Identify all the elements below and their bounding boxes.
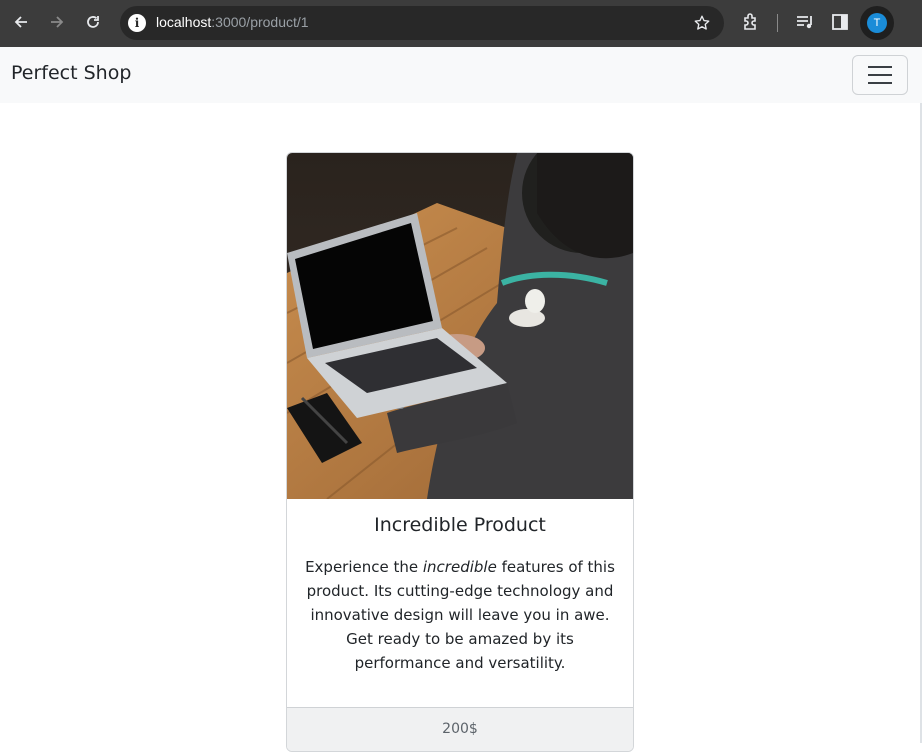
navbar-toggler-button[interactable] bbox=[852, 55, 908, 95]
hamburger-menu-icon bbox=[868, 66, 892, 84]
browser-toolbar: i localhost:3000/product/1 T bbox=[0, 0, 922, 47]
product-price: 200$ bbox=[442, 721, 478, 737]
reload-icon[interactable] bbox=[80, 9, 106, 35]
extensions-icon[interactable] bbox=[738, 9, 764, 35]
navbar: Perfect Shop bbox=[0, 47, 922, 103]
back-arrow-icon[interactable] bbox=[8, 9, 34, 35]
profile-button[interactable]: T bbox=[860, 6, 894, 40]
description-emphasis: incredible bbox=[422, 558, 497, 576]
card-footer: 200$ bbox=[287, 707, 633, 751]
forward-arrow-icon[interactable] bbox=[44, 9, 70, 35]
url-path: :3000/product/1 bbox=[211, 14, 309, 30]
product-title: Incredible Product bbox=[374, 514, 546, 536]
bookmark-star-icon[interactable] bbox=[692, 13, 712, 33]
product-card: Incredible Product Experience the incred… bbox=[286, 152, 634, 752]
side-panel-icon[interactable] bbox=[827, 9, 853, 35]
site-info-icon[interactable]: i bbox=[128, 14, 146, 32]
media-controls-icon[interactable] bbox=[792, 9, 818, 35]
navbar-brand[interactable]: Perfect Shop bbox=[11, 62, 131, 84]
description-part-1: Experience the bbox=[305, 558, 423, 576]
profile-avatar: T bbox=[867, 13, 887, 33]
product-image bbox=[287, 153, 633, 499]
url-text[interactable]: localhost:3000/product/1 bbox=[156, 14, 309, 30]
product-description: Experience the incredible features of th… bbox=[301, 555, 619, 675]
address-bar[interactable]: i localhost:3000/product/1 bbox=[120, 6, 724, 40]
toolbar-divider bbox=[777, 14, 778, 32]
url-host: localhost bbox=[156, 14, 212, 30]
